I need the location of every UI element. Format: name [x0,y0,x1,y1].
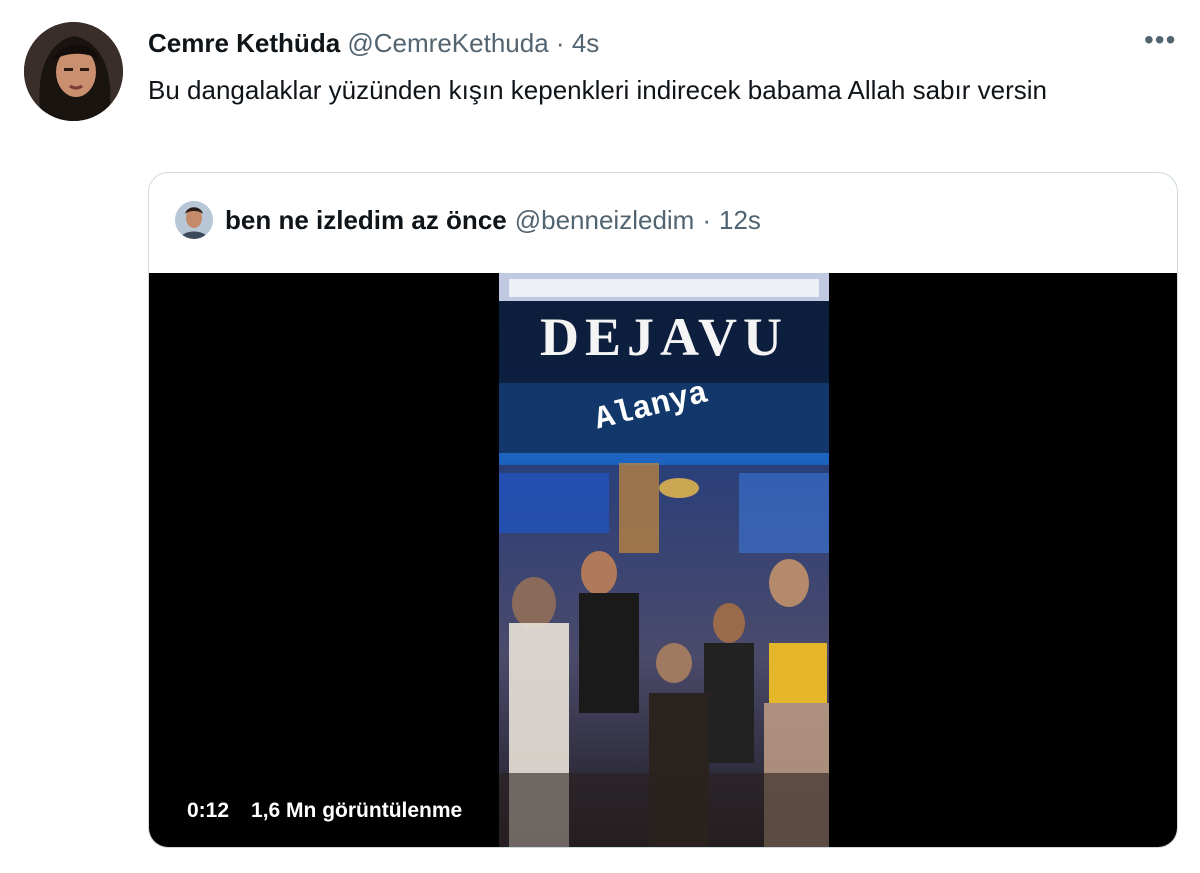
video-info-overlay: 0:12 1,6 Mn görüntülenme [179,791,471,831]
quoted-tweet[interactable]: ben ne izledim az önce @benneizledim · 1… [148,172,1178,848]
tweet-header: Cemre Kethüda @CemreKethuda · 4s [148,28,599,59]
author-handle[interactable]: @CemreKethuda [347,28,548,58]
quoted-author-name[interactable]: ben ne izledim az önce [225,205,507,236]
video-frame[interactable]: DEJAVU Alanya [499,273,829,847]
video-duration: 0:12 [187,799,230,822]
video-player[interactable]: DEJAVU Alanya 0:12 1,6 Mn görüntülenme [149,273,1177,847]
quoted-author-handle[interactable]: @benneizledim [515,205,695,236]
quoted-tweet-header: ben ne izledim az önce @benneizledim · 1… [175,201,761,239]
timestamp[interactable]: 4s [572,28,599,58]
more-horizontal-icon[interactable]: ••• [1144,24,1176,56]
video-view-count: 1,6 Mn görüntülenme [251,799,463,822]
video-sign-text: DEJAVU [540,307,788,367]
quoted-author-avatar[interactable] [175,201,213,239]
author-name[interactable]: Cemre Kethüda [148,28,340,58]
author-avatar[interactable] [24,22,123,121]
quoted-timestamp[interactable]: 12s [719,205,761,236]
separator: · [555,28,565,58]
tweet-text: Bu dangalaklar yüzünden kışın kepenkleri… [148,75,1047,105]
separator: · [702,204,712,235]
